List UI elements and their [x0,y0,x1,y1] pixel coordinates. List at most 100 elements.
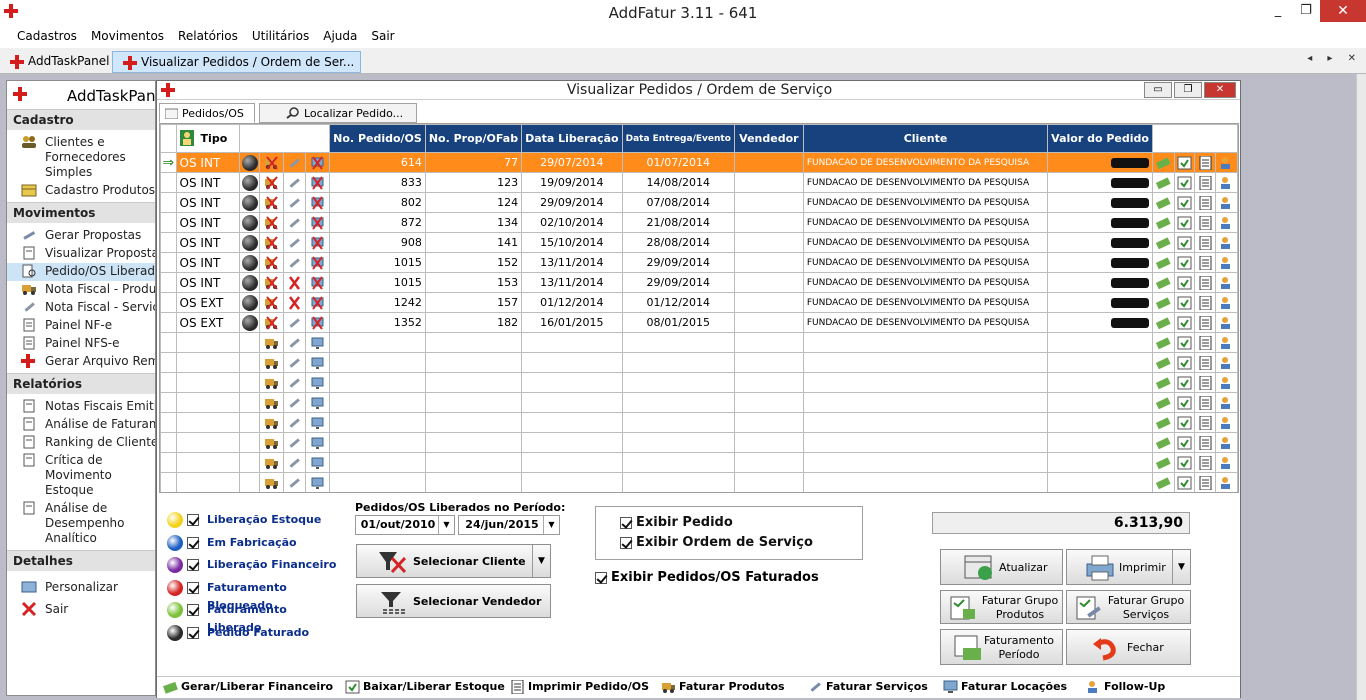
document-icon[interactable] [1198,355,1213,370]
table-row-empty[interactable] [160,352,1238,373]
money-icon[interactable] [1155,476,1171,490]
table-row-empty[interactable] [160,432,1238,453]
document-icon[interactable] [1198,475,1213,490]
sidebar-item-clientes[interactable]: Clientes e Fornecedores Simples [7,134,155,182]
legend-checkbox[interactable] [187,626,199,639]
money-icon[interactable] [1155,356,1171,370]
tab-pedidos-os[interactable]: Pedidos/OS [159,103,255,123]
legend-item[interactable]: Faturamento Liberado [163,601,343,634]
follow-up-icon[interactable] [1219,416,1234,430]
section-detalhes[interactable]: Detalhes [7,550,155,571]
faturar-produtos-link[interactable]: Faturar Produtos [661,680,785,693]
faturar-locacoes-link[interactable]: Faturar Locações [943,680,1067,693]
document-icon[interactable] [1198,395,1213,410]
maximize-button[interactable]: ❐ [1292,0,1320,22]
data-liberacao-header[interactable]: Data Liberação [521,124,623,153]
legend-checkbox[interactable] [187,514,199,526]
stock-icon[interactable] [1177,416,1192,430]
document-icon[interactable] [1198,235,1213,250]
document-icon[interactable] [1198,375,1213,390]
chevron-down-icon[interactable]: ▼ [1172,550,1190,584]
table-row-empty[interactable] [160,452,1238,473]
section-relatorios[interactable]: Relatórios [7,373,155,394]
table-row-empty[interactable] [160,372,1238,393]
atualizar-button[interactable]: Atualizar [940,549,1063,585]
date-to-picker[interactable]: 24/jun/2015 ▼ [458,515,560,535]
table-row-empty[interactable] [160,412,1238,433]
follow-up-icon[interactable] [1219,236,1234,250]
section-movimentos[interactable]: Movimentos [7,202,155,223]
stock-icon[interactable] [1177,376,1192,390]
document-icon[interactable] [1198,255,1213,270]
follow-up-icon[interactable] [1219,276,1234,290]
section-cadastro[interactable]: Cadastro [7,109,155,130]
document-icon[interactable] [1198,215,1213,230]
stock-icon[interactable] [1177,476,1192,490]
cliente-header[interactable]: Cliente [802,124,1049,153]
stock-icon[interactable] [1177,276,1192,290]
sidebar-item-gerar-remessa[interactable]: Gerar Arquivo Remessa [7,353,155,371]
stock-icon[interactable] [1177,176,1192,190]
selecionar-vendedor-button[interactable]: Selecionar Vendedor [356,584,551,618]
table-row[interactable]: OS EXT 1352 182 16/01/2015 08/01/2015 FUNDACA… [160,312,1238,333]
money-icon[interactable] [1155,236,1171,250]
follow-up-icon[interactable] [1219,156,1234,170]
legend-checkbox[interactable] [187,536,199,549]
legend-checkbox[interactable] [187,581,199,594]
follow-up-icon[interactable] [1219,396,1234,410]
follow-up-icon[interactable] [1219,296,1234,310]
legend-item[interactable]: Liberação Estoque [163,511,343,534]
sidebar-item-ranking-clientes[interactable]: Ranking de Clientes [7,434,155,452]
document-icon[interactable] [1198,415,1213,430]
vertical-scrollbar[interactable] [1356,74,1366,700]
selecionar-cliente-button[interactable]: Selecionar Cliente ▼ [356,544,551,578]
stock-icon[interactable] [1177,156,1192,170]
table-row-empty[interactable] [160,392,1238,413]
window-restore-button[interactable]: ❐ [1174,82,1202,98]
money-icon[interactable] [1155,396,1171,410]
document-icon[interactable] [1198,175,1213,190]
money-icon[interactable] [1155,196,1171,210]
sidebar-item-painel-nfse[interactable]: Painel NFS-e [7,335,155,353]
sidebar-item-analise-faturamento[interactable]: Análise de Faturamento [7,416,155,434]
tipo-header[interactable]: Tipo [175,124,241,153]
follow-up-icon[interactable] [1219,476,1234,490]
stock-icon[interactable] [1177,236,1192,250]
baixar-liberar-estoque-link[interactable]: Baixar/Liberar Estoque [345,680,505,694]
money-icon[interactable] [1155,256,1171,270]
document-icon[interactable] [1198,155,1213,170]
prop-header[interactable]: No. Prop/OFab [424,124,523,153]
sidebar-item-nf-servicos[interactable]: Nota Fiscal - Serviços [7,299,155,317]
follow-up-icon[interactable] [1219,436,1234,450]
document-icon[interactable] [1198,335,1213,350]
sidebar-item-nf-produtos[interactable]: Nota Fiscal - Produtos [7,281,155,299]
exibir-os-checkbox[interactable]: Exibir Ordem de Serviço [620,535,813,550]
valor-header[interactable]: Valor do Pedido [1047,124,1153,153]
menu-sair[interactable]: Sair [364,26,401,48]
fechar-button[interactable]: Fechar [1066,629,1191,665]
table-row[interactable]: OS INT 872 134 02/10/2014 21/08/2014 FUNDACAO… [160,212,1238,233]
sidebar-item-critica-movimento[interactable]: Crítica de Movimento Estoque [7,452,155,500]
chevron-down-icon[interactable]: ▼ [438,516,454,534]
legend-item[interactable]: Liberação Financeiro [163,556,343,579]
document-icon[interactable] [1198,315,1213,330]
sidebar-item-personalizar[interactable]: Personalizar [7,579,155,601]
money-icon[interactable] [1155,376,1171,390]
table-row-empty[interactable] [160,332,1238,353]
follow-up-icon[interactable] [1219,176,1234,190]
close-button[interactable]: ✕ [1320,0,1366,22]
chevron-down-icon[interactable]: ▼ [532,545,550,577]
menu-utilitarios[interactable]: Utilitários [245,26,316,48]
follow-up-icon[interactable] [1219,456,1234,470]
sidebar-item-cadastro-produtos[interactable]: Cadastro Produtos [7,182,155,200]
stock-icon[interactable] [1177,316,1192,330]
faturar-grupo-produtos-button[interactable]: Faturar Grupo Produtos [940,590,1063,624]
follow-up-icon[interactable] [1219,336,1234,350]
menu-cadastros[interactable]: Cadastros [10,26,84,48]
stock-icon[interactable] [1177,436,1192,450]
minimize-button[interactable]: _ [1264,0,1292,22]
menu-ajuda[interactable]: Ajuda [316,26,364,48]
stock-icon[interactable] [1177,196,1192,210]
follow-up-icon[interactable] [1219,196,1234,210]
money-icon[interactable] [1155,336,1171,350]
